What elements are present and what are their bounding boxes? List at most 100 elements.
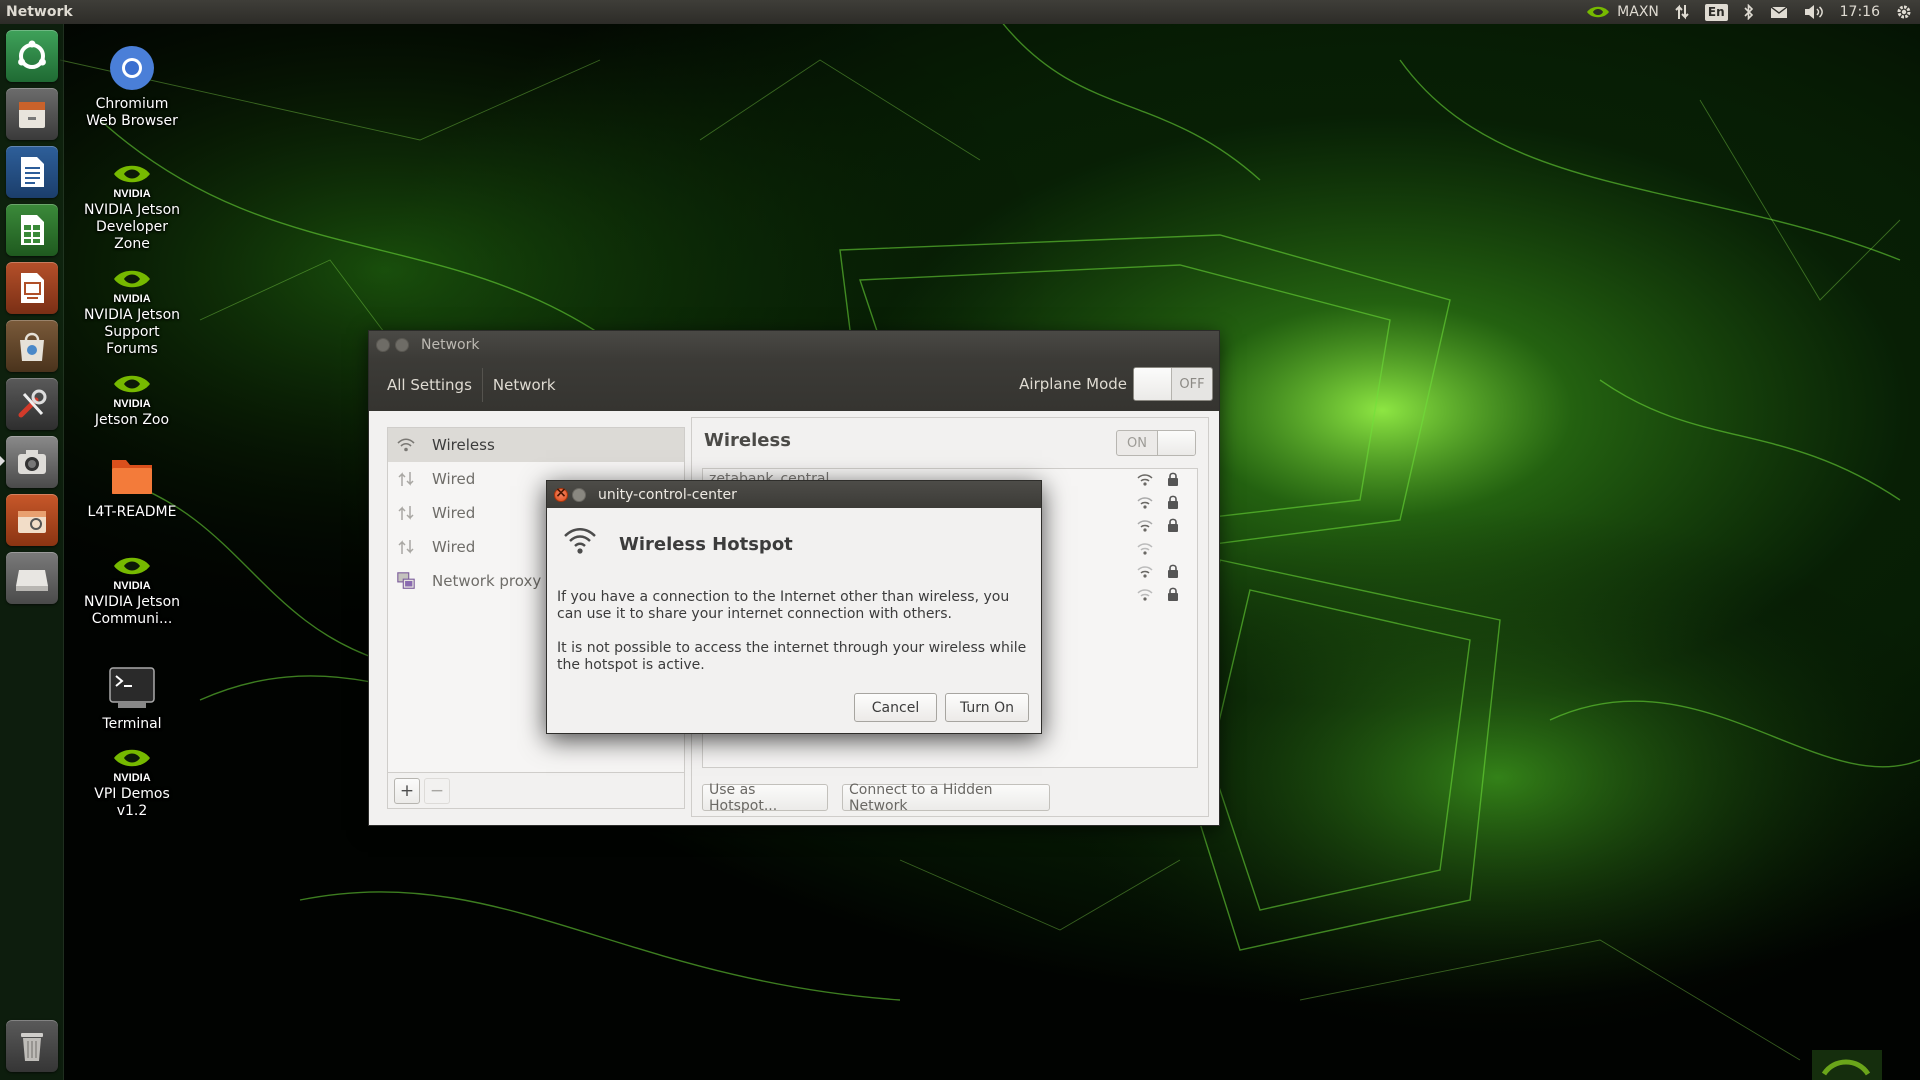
sidebar-item-label: Wired: [432, 470, 476, 488]
launcher: [0, 24, 64, 1080]
use-as-hotspot-button[interactable]: Use as Hotspot...: [702, 782, 828, 814]
sidebar-item-label: Network proxy: [432, 572, 542, 590]
nvidia-corner-logo: [1812, 1050, 1882, 1080]
nvidia-wordmark: NVIDIA: [113, 580, 150, 592]
power-mode-label: MAXN: [1617, 4, 1659, 20]
remove-connection-button[interactable]: −: [424, 777, 450, 804]
launcher-trash[interactable]: [6, 1020, 58, 1072]
chromium-icon: [110, 46, 154, 90]
launcher-screenshot[interactable]: [6, 436, 58, 488]
wired-icon: [398, 506, 414, 520]
wifi-signal-icon: [1137, 520, 1153, 532]
dialog-minimize-button[interactable]: [572, 487, 586, 502]
dialog-titlebar[interactable]: unity-control-center: [547, 481, 1041, 508]
wired-icon: [398, 540, 414, 554]
sound-indicator[interactable]: [1804, 4, 1824, 20]
cancel-button[interactable]: Cancel: [854, 693, 937, 722]
airplane-mode-label: Airplane Mode: [1019, 375, 1127, 393]
airplane-mode-switch[interactable]: OFF: [1133, 367, 1213, 401]
speaker-icon: [1804, 5, 1823, 19]
clock[interactable]: 17:16: [1840, 4, 1880, 20]
trash-icon: [21, 1033, 43, 1061]
sidebar-item-wireless[interactable]: Wireless: [388, 428, 684, 462]
session-indicator[interactable]: [1896, 4, 1912, 20]
wifi-signal-icon: [1137, 543, 1153, 555]
window-titlebar[interactable]: Network: [369, 331, 1219, 359]
messaging-indicator[interactable]: [1770, 5, 1788, 19]
nvidia-logo-icon: NVIDIA: [113, 557, 151, 592]
desktop-icon-jetson-support-forums[interactable]: NVIDIA NVIDIA Jetson Support Forums: [80, 265, 184, 358]
sidebar-buttons: + −: [388, 772, 684, 808]
indicator-area: MAXN En 17:16: [1577, 0, 1920, 24]
bluetooth-indicator[interactable]: [1744, 4, 1754, 20]
desktop-icon-chromium[interactable]: Chromium Web Browser: [80, 44, 184, 130]
dialog-message-secondary: It is not possible to access the interne…: [557, 640, 1027, 673]
desktop-icon-jetson-zoo[interactable]: NVIDIA Jetson Zoo: [80, 370, 184, 429]
nvidia-logo-icon: NVIDIA: [113, 375, 151, 410]
launcher-calc[interactable]: [6, 204, 58, 256]
window-title: Network: [421, 337, 480, 353]
window-close-button[interactable]: [376, 338, 390, 352]
document-icon: [21, 157, 44, 187]
terminal-icon: [109, 667, 155, 708]
breadcrumb-network[interactable]: Network: [483, 368, 566, 402]
lock-icon: [1168, 564, 1178, 578]
wired-icon: [398, 472, 414, 486]
sidebar-item-label: Wired: [432, 538, 476, 556]
desktop-icon-label: NVIDIA Jetson Communi...: [83, 594, 181, 627]
launcher-disk[interactable]: [6, 552, 58, 604]
launcher-impress[interactable]: [6, 262, 58, 314]
turn-on-button[interactable]: Turn On: [945, 693, 1029, 722]
top-panel: Network MAXN En 17:16: [0, 0, 1920, 24]
network-indicator[interactable]: [1675, 4, 1689, 20]
launcher-files[interactable]: [6, 88, 58, 140]
wifi-icon: [564, 528, 596, 554]
launcher-system-settings[interactable]: [6, 378, 58, 430]
launcher-writer[interactable]: [6, 146, 58, 198]
wifi-signal-icon: [1137, 589, 1153, 601]
wireless-heading: Wireless: [704, 430, 791, 451]
dialog-heading: Wireless Hotspot: [619, 534, 793, 555]
desktop-icon-label: VPI Demos v1.2: [94, 786, 170, 819]
wifi-signal-icon: [1137, 474, 1153, 486]
nvidia-logo-icon: NVIDIA: [113, 270, 151, 305]
lock-icon: [1168, 587, 1178, 601]
switch-knob: [1157, 431, 1195, 455]
desktop-icon-vpi-demos[interactable]: NVIDIA VPI Demos v1.2: [80, 744, 184, 820]
add-connection-button[interactable]: +: [394, 777, 420, 804]
desktop-icon-terminal[interactable]: Terminal: [80, 664, 184, 733]
wifi-icon: [397, 438, 415, 452]
launcher-dash-button[interactable]: [6, 30, 58, 82]
folder-icon: [112, 460, 152, 494]
proxy-icon: [397, 572, 415, 589]
shopping-bag-icon: [20, 332, 44, 361]
wrench-screwdriver-icon: [18, 389, 47, 418]
connect-hidden-network-button[interactable]: Connect to a Hidden Network: [842, 782, 1050, 814]
bluetooth-icon: [1744, 4, 1753, 20]
desktop-icon-nvidia-jetson-community[interactable]: NVIDIA NVIDIA Jetson Communi...: [80, 552, 184, 628]
dialog-message-primary: If you have a connection to the Internet…: [557, 589, 1010, 622]
lock-icon: [1168, 472, 1178, 486]
window-minimize-button[interactable]: [395, 338, 409, 352]
dialog-close-button[interactable]: [554, 485, 568, 502]
desktop-icon-l4t-readme[interactable]: L4T-README: [80, 452, 184, 521]
wifi-signal-icon: [1137, 497, 1153, 509]
nvidia-wordmark: NVIDIA: [113, 398, 150, 410]
launcher-archive-manager[interactable]: [6, 494, 58, 546]
switch-state: ON: [1127, 435, 1147, 451]
spreadsheet-icon: [21, 215, 44, 245]
nvidia-wordmark: NVIDIA: [113, 772, 150, 784]
keyboard-indicator[interactable]: En: [1704, 3, 1728, 21]
presentation-icon: [21, 273, 44, 303]
desktop-icon-label: Terminal: [102, 716, 162, 732]
launcher-software-center[interactable]: [6, 320, 58, 372]
wireless-switch[interactable]: ON: [1116, 430, 1196, 456]
nvidia-power-mode-indicator[interactable]: MAXN: [1585, 4, 1659, 20]
nvidia-wordmark: NVIDIA: [113, 188, 150, 200]
file-cabinet-icon: [19, 102, 45, 128]
breadcrumb-all-settings[interactable]: All Settings: [377, 368, 483, 402]
desktop-icon-jetson-developer-zone[interactable]: NVIDIA NVIDIA Jetson Developer Zone: [80, 160, 184, 253]
drive-icon: [16, 570, 48, 591]
active-app-title: Network: [6, 4, 73, 20]
settings-toolbar: All Settings Network Airplane Mode OFF: [369, 359, 1219, 411]
